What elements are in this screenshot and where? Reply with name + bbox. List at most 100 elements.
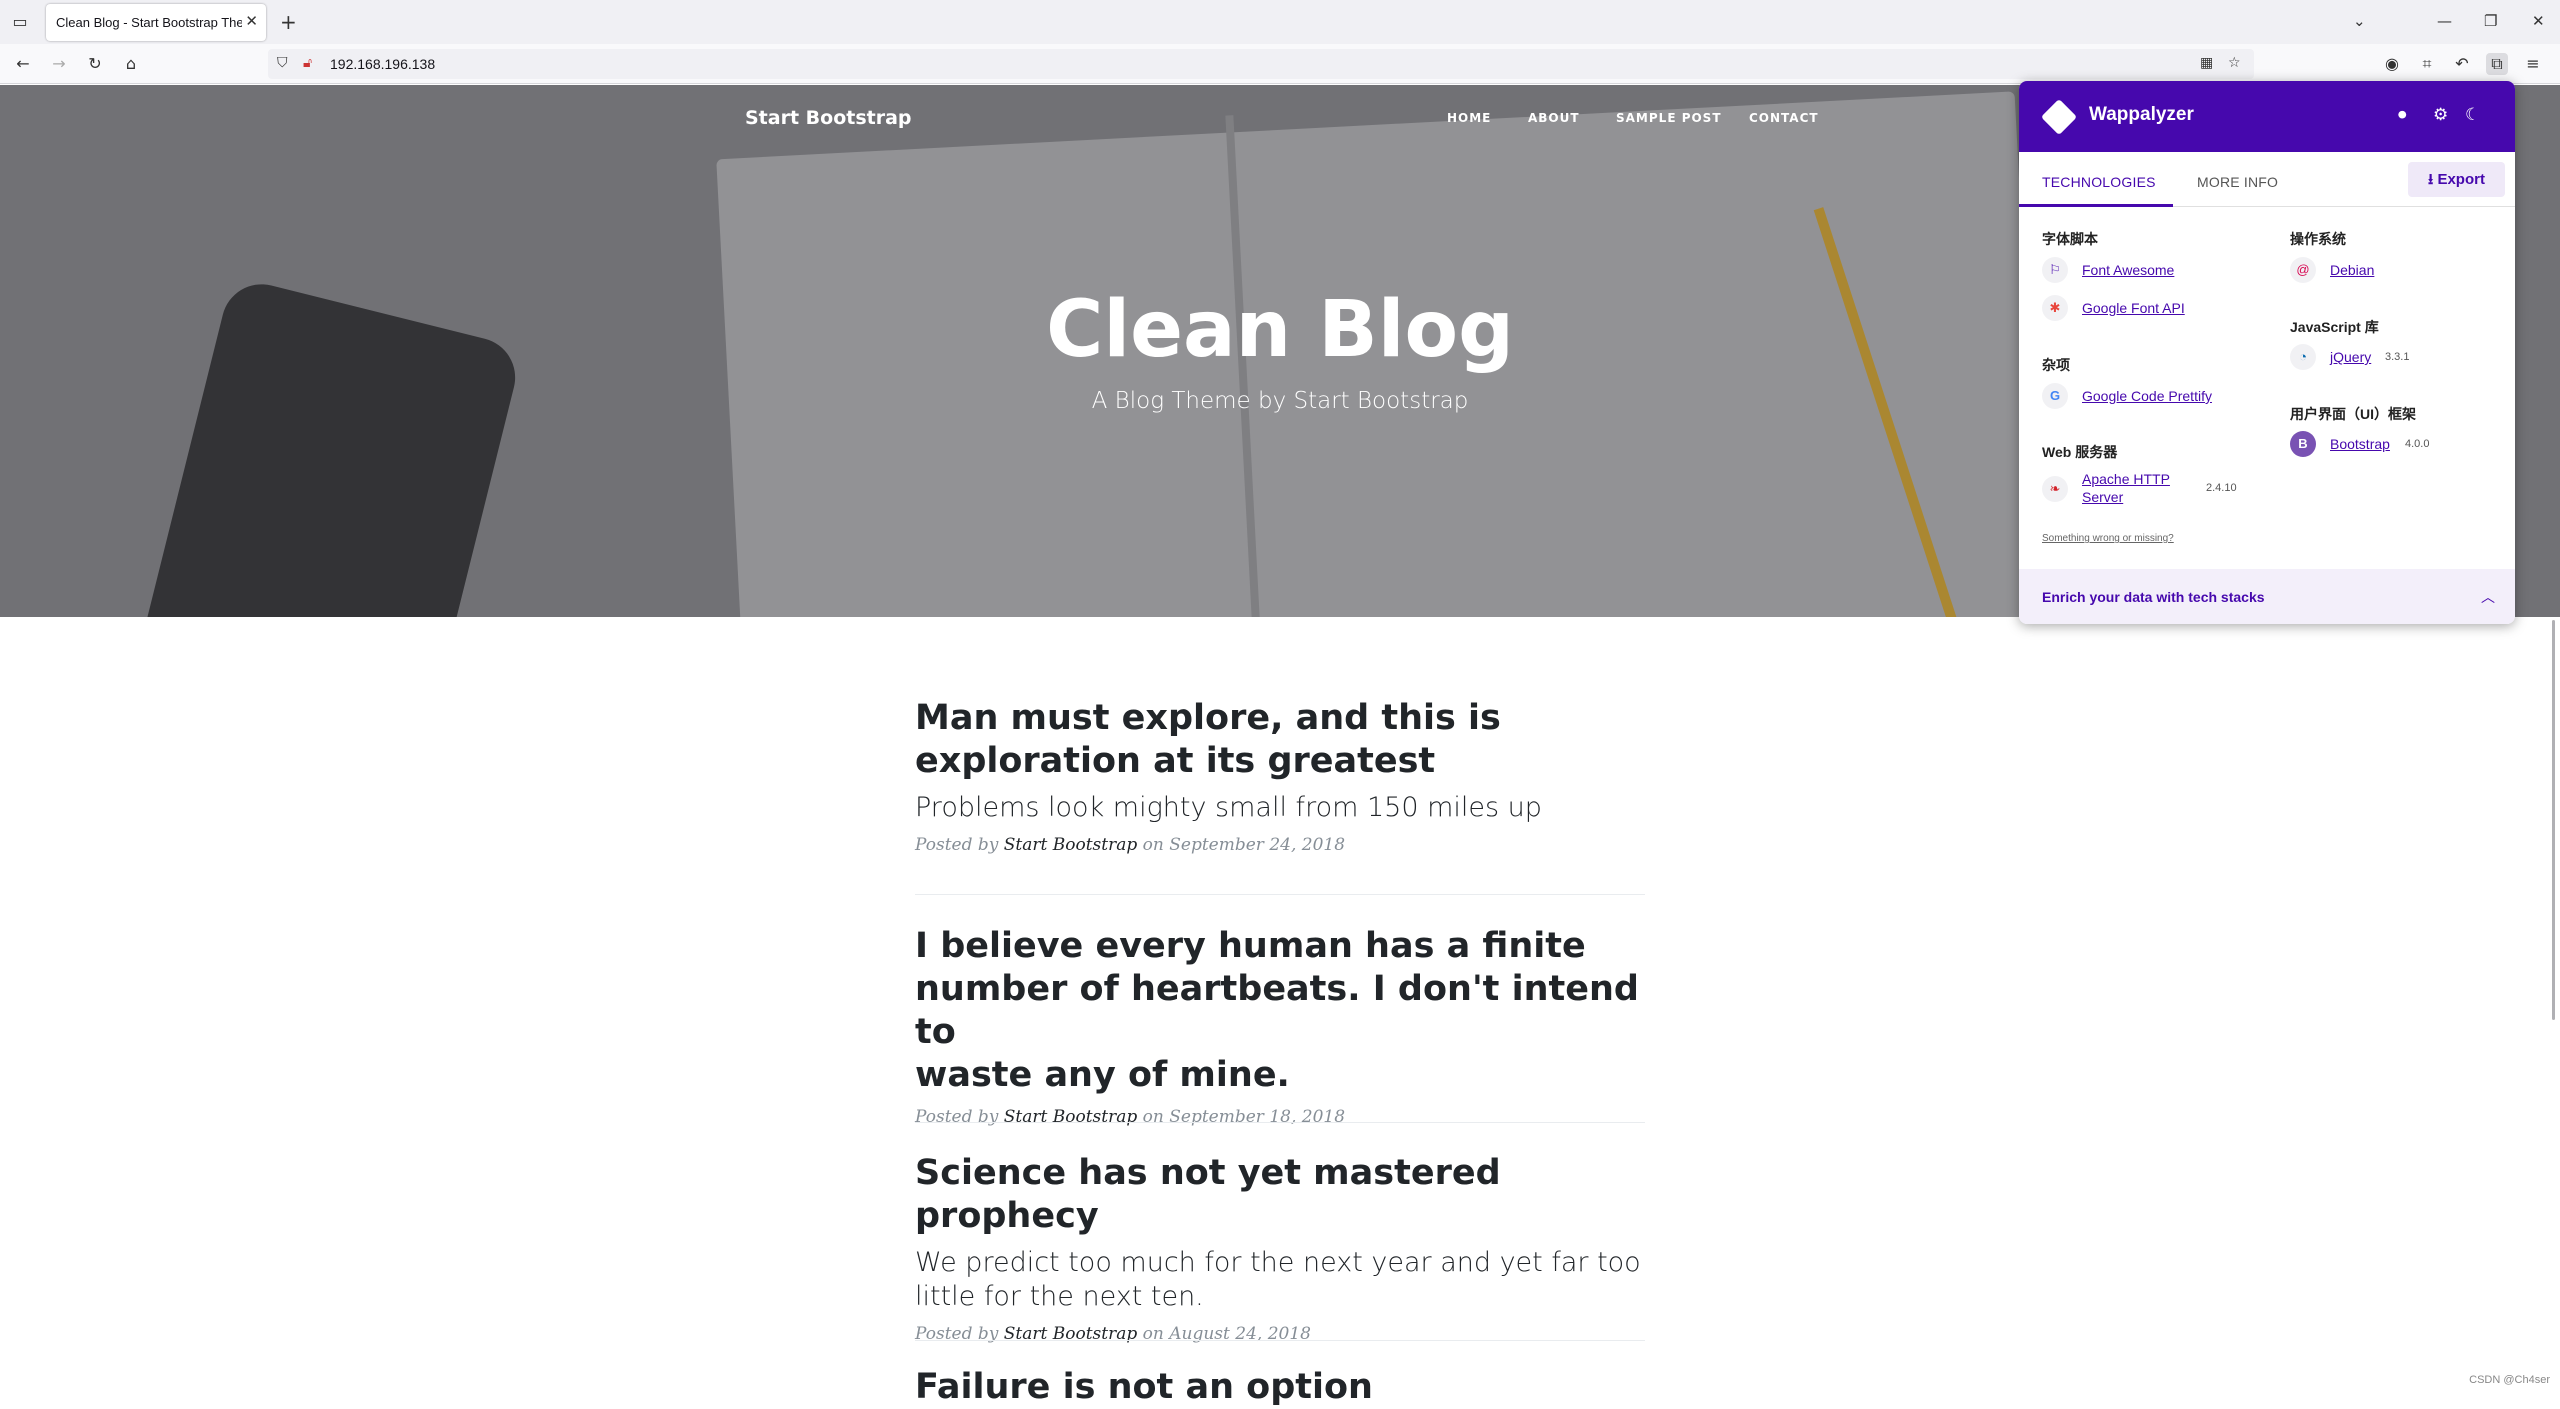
post-title-line[interactable]: number of heartbeats. I don't intend to bbox=[915, 968, 1645, 1054]
post-subtitle[interactable]: Problems look mighty small from 150 mile… bbox=[915, 791, 1645, 825]
site-brand-link[interactable]: Start Bootstrap bbox=[745, 107, 912, 129]
nav-contact-link[interactable]: CONTACT bbox=[1749, 111, 1819, 125]
tech-jquery[interactable]: ◔ jQuery 3.3.1 bbox=[2290, 344, 2490, 370]
browser-nav-bar: ← → ↻ ⌂ ⛉ 🔓︎ 192.168.196.138 ▦ ☆ ◉ ⌗ ↶ ⧉… bbox=[0, 44, 2560, 84]
tech-name[interactable]: Google Font API bbox=[2082, 300, 2185, 316]
nav-home-link[interactable]: HOME bbox=[1447, 111, 1491, 125]
restore-icon[interactable]: ❐ bbox=[2484, 12, 2497, 30]
extensions-icon[interactable]: ⧉ bbox=[2486, 53, 2508, 75]
category-ui-frameworks: 用户界面（UI）框架 bbox=[2290, 404, 2416, 424]
post-subtitle-line[interactable]: little for the next ten. bbox=[915, 1280, 1645, 1314]
post-preview[interactable]: I believe every human has a finite numbe… bbox=[915, 925, 1645, 1127]
settings-gear-icon[interactable]: ⚙ bbox=[2433, 105, 2448, 125]
tech-name[interactable]: Font Awesome bbox=[2082, 262, 2174, 278]
home-icon[interactable]: ⌂ bbox=[120, 53, 142, 75]
wappalyzer-brand: Wappalyzer bbox=[2089, 104, 2194, 126]
bookmark-star-icon[interactable]: ☆ bbox=[2228, 55, 2241, 71]
wappalyzer-header: Wappalyzer ⏺ ⚙ ☾ bbox=[2019, 81, 2515, 152]
tech-version: 2.4.10 bbox=[2206, 482, 2237, 494]
post-preview[interactable]: Man must explore, and this is exploratio… bbox=[915, 697, 1645, 855]
posted-by-label: Posted by bbox=[915, 835, 998, 855]
export-label: Export bbox=[2437, 171, 2485, 188]
page-scrollbar[interactable] bbox=[2552, 620, 2555, 1020]
tech-debian[interactable]: @ Debian bbox=[2290, 257, 2490, 283]
tab-overflow-chevron-icon[interactable]: ⌄ bbox=[2353, 12, 2366, 30]
post-title[interactable]: Science has not yet mastered prophecy bbox=[915, 1152, 1645, 1238]
tech-name[interactable]: Debian bbox=[2330, 262, 2374, 278]
post-title-line[interactable]: I believe every human has a finite bbox=[915, 925, 1645, 968]
posted-by-label: Posted by bbox=[915, 1324, 998, 1344]
post-author-link[interactable]: Start Bootstrap bbox=[1004, 835, 1137, 855]
url-bar[interactable]: ⛉ 🔓︎ 192.168.196.138 ▦ ☆ bbox=[268, 49, 2254, 79]
reload-icon[interactable]: ↻ bbox=[84, 53, 106, 75]
google-icon: G bbox=[2042, 383, 2068, 409]
tech-version: 4.0.0 bbox=[2405, 438, 2429, 450]
post-author-link[interactable]: Start Bootstrap bbox=[1004, 1324, 1137, 1344]
tab-list-icon[interactable]: ▭ bbox=[8, 10, 32, 34]
post-date: August 24, 2018 bbox=[1169, 1324, 1311, 1344]
post-title-line[interactable]: waste any of mine. bbox=[915, 1054, 1645, 1097]
post-title-line[interactable]: Man must explore, and this is bbox=[915, 697, 1645, 740]
post-preview[interactable]: Science has not yet mastered prophecy We… bbox=[915, 1152, 1645, 1344]
tech-google-code-prettify[interactable]: G Google Code Prettify bbox=[2042, 383, 2282, 409]
account-icon[interactable]: ◉ bbox=[2381, 53, 2403, 75]
close-window-icon[interactable]: ✕ bbox=[2532, 12, 2545, 30]
wappalyzer-logo-icon bbox=[2041, 99, 2077, 135]
screenshot-icon[interactable]: ⌗ bbox=[2416, 53, 2438, 75]
toggle-icon[interactable]: ⏺ bbox=[2398, 105, 2407, 125]
tech-name[interactable]: Bootstrap bbox=[2330, 436, 2390, 452]
google-fonts-icon: ✱ bbox=[2042, 295, 2068, 321]
on-label: on bbox=[1143, 835, 1164, 855]
flag-icon: ⚐ bbox=[2042, 257, 2068, 283]
tech-name-line[interactable]: Server bbox=[2082, 489, 2123, 505]
post-title-line[interactable]: Science has not yet mastered prophecy bbox=[915, 1152, 1645, 1238]
enrich-panel[interactable]: Enrich your data with tech stacks ︿ bbox=[2019, 569, 2515, 624]
post-divider bbox=[915, 894, 1645, 895]
post-title[interactable]: Man must explore, and this is exploratio… bbox=[915, 697, 1645, 783]
post-title[interactable]: Failure is not an option bbox=[915, 1366, 1645, 1409]
tab-more-info[interactable]: MORE INFO bbox=[2197, 174, 2278, 190]
category-js-libs: JavaScript 库 bbox=[2290, 317, 2379, 337]
tech-name[interactable]: Apache HTTP Server bbox=[2082, 470, 2170, 506]
tech-font-awesome[interactable]: ⚐ Font Awesome bbox=[2042, 257, 2262, 283]
post-subtitle[interactable]: We predict too much for the next year an… bbox=[915, 1246, 1645, 1314]
on-label: on bbox=[1143, 1324, 1164, 1344]
minimize-icon[interactable]: — bbox=[2437, 12, 2452, 30]
tech-apache[interactable]: ❧ Apache HTTP Server 2.4.10 bbox=[2042, 470, 2262, 514]
shield-icon[interactable]: ⛉ bbox=[277, 55, 288, 71]
tech-name[interactable]: Google Code Prettify bbox=[2082, 388, 2212, 404]
something-wrong-link[interactable]: Something wrong or missing? bbox=[2042, 533, 2174, 544]
post-date: September 18, 2018 bbox=[1169, 1107, 1345, 1127]
url-text[interactable]: 192.168.196.138 bbox=[330, 56, 435, 72]
qr-code-icon[interactable]: ▦ bbox=[2200, 55, 2213, 71]
menu-icon[interactable]: ≡ bbox=[2522, 53, 2544, 75]
tab-technologies[interactable]: TECHNOLOGIES bbox=[2042, 174, 2156, 190]
bootstrap-icon: B bbox=[2290, 431, 2316, 457]
undo-icon[interactable]: ↶ bbox=[2451, 53, 2473, 75]
watermark: CSDN @Ch4ser bbox=[2469, 1374, 2550, 1386]
nav-sample-post-link[interactable]: SAMPLE POST bbox=[1616, 111, 1722, 125]
nav-about-link[interactable]: ABOUT bbox=[1528, 111, 1580, 125]
tech-google-font-api[interactable]: ✱ Google Font API bbox=[2042, 295, 2262, 321]
tech-version: 3.3.1 bbox=[2385, 351, 2409, 363]
post-author-link[interactable]: Start Bootstrap bbox=[1004, 1107, 1137, 1127]
post-title[interactable]: I believe every human has a finite numbe… bbox=[915, 925, 1645, 1097]
post-title-line[interactable]: Failure is not an option bbox=[915, 1366, 1645, 1409]
browser-tab-active[interactable]: Clean Blog - Start Bootstrap The ✕ bbox=[46, 4, 266, 41]
tech-name-line[interactable]: Apache HTTP bbox=[2082, 471, 2170, 487]
wappalyzer-popup: Wappalyzer ⏺ ⚙ ☾ TECHNOLOGIES MORE INFO … bbox=[2019, 81, 2515, 624]
back-icon[interactable]: ← bbox=[12, 53, 34, 75]
tech-name[interactable]: jQuery bbox=[2330, 349, 2371, 365]
chevron-up-icon[interactable]: ︿ bbox=[2481, 587, 2495, 607]
new-tab-icon[interactable]: + bbox=[280, 10, 297, 34]
post-subtitle-line[interactable]: We predict too much for the next year an… bbox=[915, 1246, 1645, 1280]
close-tab-icon[interactable]: ✕ bbox=[245, 12, 258, 30]
forward-icon[interactable]: → bbox=[48, 53, 70, 75]
post-title-line[interactable]: exploration at its greatest bbox=[915, 740, 1645, 783]
enrich-heading[interactable]: Enrich your data with tech stacks bbox=[2042, 589, 2265, 605]
tech-bootstrap[interactable]: B Bootstrap 4.0.0 bbox=[2290, 431, 2490, 457]
dark-mode-moon-icon[interactable]: ☾ bbox=[2465, 105, 2480, 125]
export-button[interactable]: ⭳ Export bbox=[2408, 162, 2505, 197]
post-preview[interactable]: Failure is not an option bbox=[915, 1366, 1645, 1409]
insecure-lock-icon[interactable]: 🔓︎ bbox=[303, 55, 312, 71]
